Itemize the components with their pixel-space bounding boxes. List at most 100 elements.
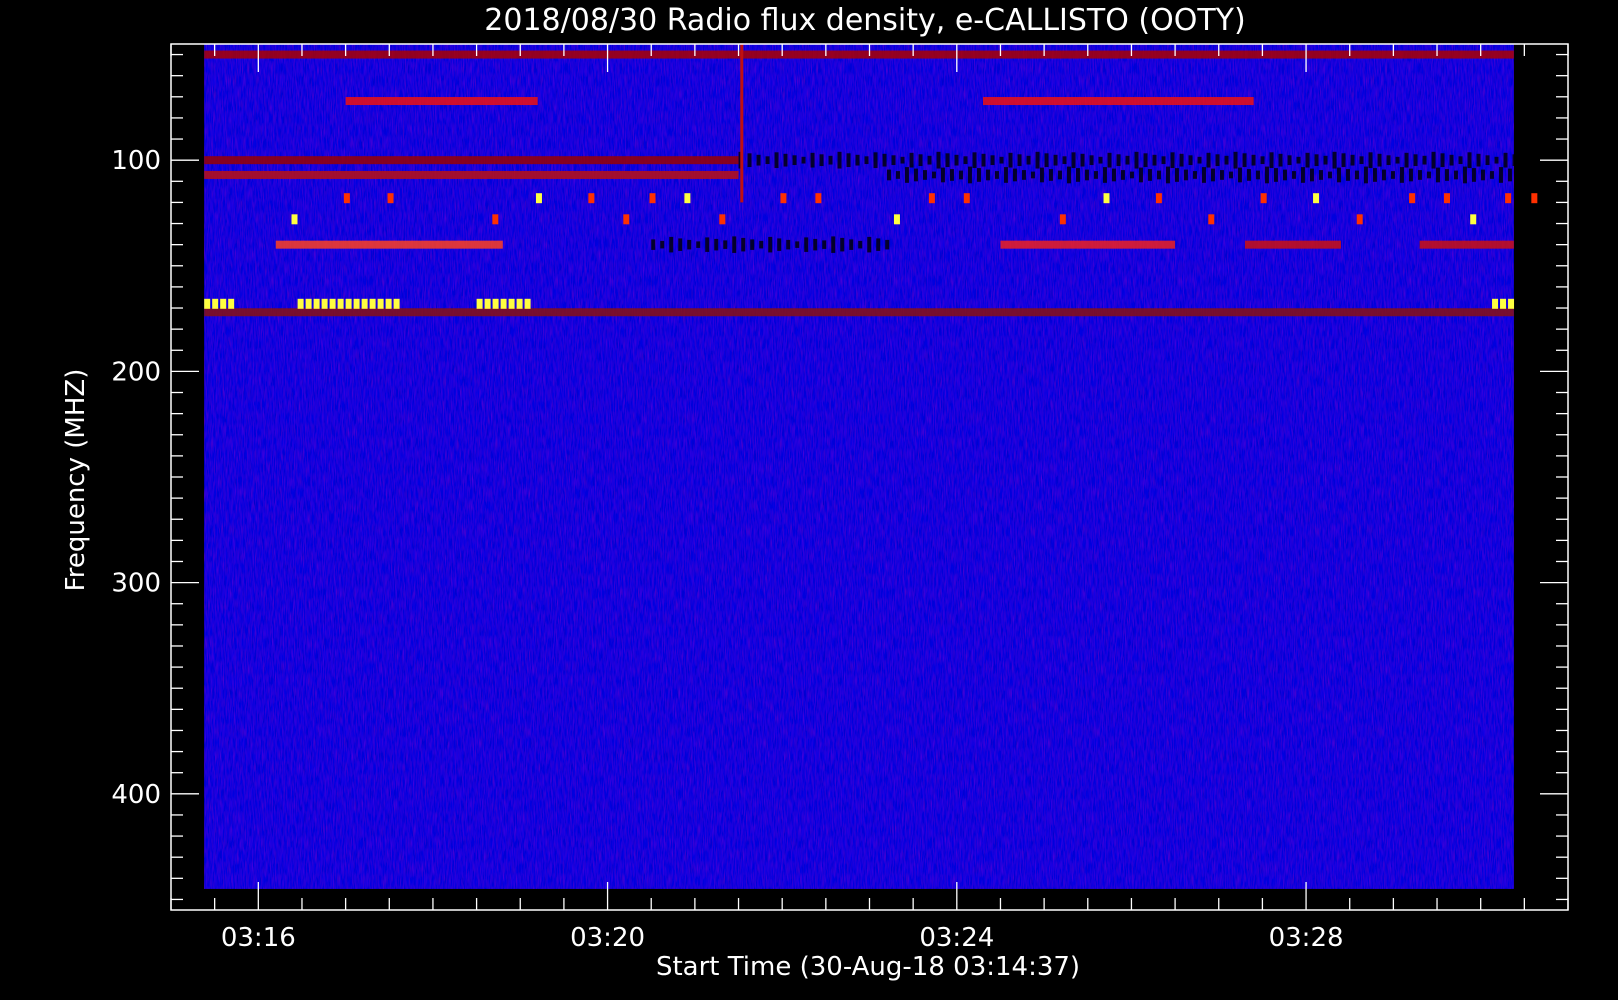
spectrogram-chart: 100 200 300 400 03:16 03:20 03:24 03:28 2018/08… xyxy=(61,3,1569,982)
y-axis-label: Frequency (MHZ) xyxy=(61,369,91,592)
dark-band-segment xyxy=(1489,171,1494,179)
burst-marker xyxy=(893,214,900,225)
dark-band-segment xyxy=(1422,155,1427,165)
dark-band-segment xyxy=(1471,168,1476,182)
burst-segment xyxy=(228,298,235,309)
dark-band-segment xyxy=(976,168,981,182)
burst-marker xyxy=(588,193,595,204)
burst-segment xyxy=(329,298,336,309)
dark-band-segment xyxy=(904,167,909,183)
dark-band-segment xyxy=(837,151,842,169)
burst-segment xyxy=(508,298,515,309)
burst-segment xyxy=(220,298,227,309)
dark-band-segment xyxy=(913,168,918,182)
dark-band-segment xyxy=(750,239,755,250)
dark-band-segment xyxy=(949,169,954,181)
burst-segment xyxy=(204,298,211,309)
dark-band-segment xyxy=(1125,155,1130,165)
dark-band-segment xyxy=(1462,166,1467,184)
burst-segment xyxy=(337,298,344,309)
dark-band-segment xyxy=(1269,152,1274,169)
dark-band-segment xyxy=(1170,152,1175,169)
dark-band-segment xyxy=(882,153,887,167)
dark-band-segment xyxy=(669,236,674,253)
burst-marker xyxy=(1505,193,1512,204)
burst-segment xyxy=(492,298,499,309)
dark-band-segment xyxy=(1048,169,1053,181)
burst-marker xyxy=(492,214,499,225)
dark-band-segment xyxy=(813,238,818,251)
dark-band-segment xyxy=(895,171,900,179)
dark-band-segment xyxy=(783,153,788,167)
dark-band-segment xyxy=(1012,168,1017,182)
dark-band-segment xyxy=(1075,168,1080,182)
dark-band-segment xyxy=(1197,156,1202,164)
dark-band-segment xyxy=(1021,170,1026,180)
dark-band-segment xyxy=(795,241,800,248)
dark-band-segment xyxy=(1426,171,1431,179)
burst-marker xyxy=(1103,193,1110,204)
dark-band-segment xyxy=(756,154,761,166)
dark-band-segment xyxy=(696,241,701,248)
dark-band-segment xyxy=(1282,169,1287,181)
burst-segment xyxy=(393,298,400,309)
dark-band-segment xyxy=(981,153,986,167)
dark-band-segment xyxy=(1107,152,1112,168)
dark-band-segment xyxy=(1377,153,1382,167)
dark-band-segment xyxy=(1372,168,1377,182)
dark-band-segment xyxy=(741,237,746,252)
burst-marker xyxy=(1059,214,1066,225)
burst-marker xyxy=(1444,193,1451,204)
dark-band-segment xyxy=(1485,155,1490,166)
dark-band-segment xyxy=(891,155,896,166)
dark-band-segment xyxy=(885,239,890,250)
dark-band-segment xyxy=(849,239,854,250)
dark-band-segment xyxy=(1341,153,1346,168)
dark-band-segment xyxy=(768,236,773,253)
burst-marker xyxy=(649,193,656,204)
dark-band-segment xyxy=(840,237,845,252)
dark-band-segment xyxy=(1327,171,1332,179)
dark-band-segment xyxy=(1017,154,1022,167)
dark-band-segment xyxy=(1278,153,1283,167)
burst-segment xyxy=(476,298,483,309)
burst-segment xyxy=(321,298,328,309)
chart-title: 2018/08/30 Radio flux density, e-CALLIST… xyxy=(484,3,1245,38)
dark-band-segment xyxy=(855,154,860,166)
dark-band-segment xyxy=(1323,155,1328,165)
dark-band-segment xyxy=(1255,170,1260,180)
dark-band-segment xyxy=(1309,168,1314,182)
vertical-spike xyxy=(740,44,744,203)
burst-segment xyxy=(1500,298,1507,309)
dark-band-segment xyxy=(1300,167,1305,183)
burst-marker xyxy=(780,193,787,204)
dark-band-segment xyxy=(678,238,683,251)
dark-band-segment xyxy=(1417,170,1422,180)
dark-band-segment xyxy=(1413,154,1418,167)
y-tick-label: 200 xyxy=(111,357,161,387)
burst-segment xyxy=(353,298,360,309)
dark-band-segment xyxy=(723,240,728,249)
dark-band-segment xyxy=(1008,152,1013,168)
dark-band-segment xyxy=(999,156,1004,164)
dark-band-segment xyxy=(774,152,779,169)
dark-band-segment xyxy=(1332,151,1337,169)
burst-segment xyxy=(385,298,392,309)
dark-band-segment xyxy=(1089,155,1094,166)
dark-band-segment xyxy=(1066,166,1071,184)
dark-band-segment xyxy=(1080,153,1085,167)
dark-band-segment xyxy=(972,152,977,169)
emission-band xyxy=(1419,240,1514,249)
dark-band-segment xyxy=(940,167,945,183)
dark-band-segment xyxy=(1354,170,1359,180)
emission-band xyxy=(983,97,1254,106)
dark-band-segment xyxy=(1336,167,1341,183)
x-tick-label: 03:24 xyxy=(919,923,994,953)
dark-band-segment xyxy=(1264,166,1269,184)
y-tick-label: 300 xyxy=(111,569,161,599)
burst-segment xyxy=(345,298,352,309)
dark-band-segment xyxy=(1215,154,1220,167)
dark-band-segment xyxy=(1134,151,1139,169)
dark-band-segment xyxy=(1440,153,1445,168)
dark-band-segment xyxy=(1152,154,1157,166)
